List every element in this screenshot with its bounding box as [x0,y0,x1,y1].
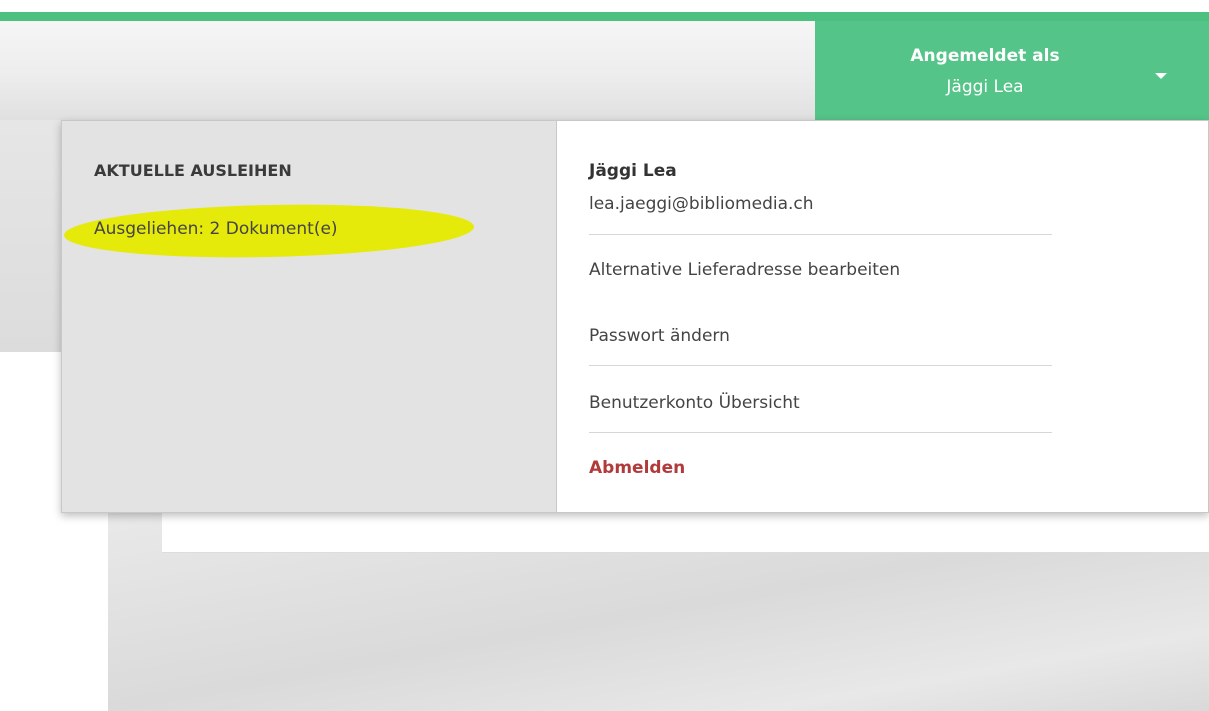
user-menu-button[interactable]: Angemeldet als Jäggi Lea [815,21,1209,120]
account-overview-link[interactable]: Benutzerkonto Übersicht [589,393,800,413]
loans-count-link[interactable]: Ausgeliehen: 2 Dokument(e) [94,219,338,239]
menu-divider [589,234,1052,235]
logged-in-user-name: Jäggi Lea [946,77,1024,97]
current-loans-section: AKTUELLE AUSLEIHEN Ausgeliehen: 2 Dokume… [62,121,557,512]
edit-delivery-address-link[interactable]: Alternative Lieferadresse bearbeiten [589,260,900,280]
change-password-link[interactable]: Passwort ändern [589,326,730,346]
account-section: Jäggi Lea lea.jaeggi@bibliomedia.ch Alte… [557,121,1207,512]
menu-divider [589,365,1052,366]
current-loans-heading: AKTUELLE AUSLEIHEN [94,161,292,180]
background-card [162,512,1209,553]
logout-link[interactable]: Abmelden [589,458,685,478]
top-accent-stripe [0,12,1209,21]
user-dropdown-menu: AKTUELLE AUSLEIHEN Ausgeliehen: 2 Dokume… [61,120,1209,513]
account-user-name: Jäggi Lea [589,161,677,181]
caret-down-icon [1155,73,1167,79]
logged-in-label: Angemeldet als [910,46,1060,66]
menu-divider [589,432,1052,433]
account-user-email: lea.jaeggi@bibliomedia.ch [589,194,814,214]
background-image-strip [0,120,62,352]
